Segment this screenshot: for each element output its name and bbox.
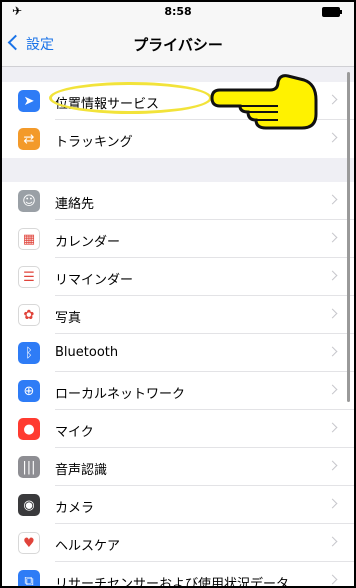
chevron-right-icon	[327, 536, 338, 547]
settings-row[interactable]: ☰ リマインダー	[2, 258, 354, 296]
chevron-right-icon	[327, 232, 338, 243]
navigation-bar: 設定 プライバシー	[2, 22, 354, 67]
location-arrow-icon: ➤	[18, 90, 40, 112]
settings-row-label: Bluetooth	[55, 345, 119, 360]
page-title: プライバシー	[133, 36, 223, 54]
settings-row-label: ヘルスケア	[55, 539, 121, 554]
settings-row-label: リマインダー	[55, 273, 134, 288]
settings-row[interactable]: ➤ 位置情報サービス	[2, 82, 354, 120]
globe-icon: ⊕	[18, 380, 40, 402]
photos-icon: ✿	[18, 304, 40, 326]
settings-row[interactable]: ᛒ Bluetooth	[2, 334, 354, 372]
settings-row-label: 連絡先	[55, 197, 95, 212]
settings-row-label: リサーチセンサーおよび使用状況データ	[55, 577, 290, 588]
reminders-icon: ☰	[18, 266, 40, 288]
chevron-right-icon	[327, 194, 338, 205]
settings-group-location: ➤ 位置情報サービス ⇄ トラッキング	[2, 82, 354, 158]
settings-row-label: 音声認識	[55, 463, 108, 478]
calendar-icon: ▦	[18, 228, 40, 250]
chevron-right-icon	[327, 460, 338, 471]
chevron-right-icon	[327, 94, 338, 105]
phone-frame: ✈ 8:58 設定 プライバシー ➤ 位置情報サービス ⇄ トラッキング ☺ 連絡先 ▦ カ…	[0, 0, 356, 588]
settings-row-label: カレンダー	[55, 235, 121, 250]
chevron-right-icon	[327, 574, 338, 585]
settings-row[interactable]: ⇄ トラッキング	[2, 120, 354, 158]
chevron-right-icon	[327, 132, 338, 143]
chevron-right-icon	[327, 270, 338, 281]
chevron-right-icon	[327, 384, 338, 395]
settings-group-permissions: ☺ 連絡先 ▦ カレンダー ☰ リマインダー ✿ 写真 ᛒ Bluetooth ⊕ ローカルネットワー…	[2, 182, 354, 588]
heart-icon: ♥	[18, 532, 40, 554]
microphone-icon: ●	[18, 418, 40, 440]
settings-row-label: カメラ	[55, 501, 95, 516]
camera-icon: ◉	[18, 494, 40, 516]
status-bar: ✈ 8:58	[2, 2, 354, 22]
bluetooth-icon: ᛒ	[18, 342, 40, 364]
chevron-right-icon	[327, 308, 338, 319]
settings-row[interactable]: ✿ 写真	[2, 296, 354, 334]
settings-row-label: マイク	[55, 425, 94, 440]
tracking-icon: ⇄	[18, 128, 40, 150]
settings-row[interactable]: ⊕ ローカルネットワーク	[2, 372, 354, 410]
research-icon: ⧉	[18, 570, 40, 586]
battery-icon	[322, 7, 342, 17]
chevron-right-icon	[327, 422, 338, 433]
settings-row-label: 位置情報サービス	[55, 97, 160, 112]
settings-row[interactable]: ||| 音声認識	[2, 448, 354, 486]
chevron-right-icon	[327, 346, 338, 357]
waveform-icon: |||	[18, 456, 40, 478]
settings-row[interactable]: ▦ カレンダー	[2, 220, 354, 258]
settings-row[interactable]: ● マイク	[2, 410, 354, 448]
contacts-icon: ☺	[18, 190, 40, 212]
settings-row[interactable]: ⧉ リサーチセンサーおよび使用状況データ	[2, 562, 354, 588]
settings-row[interactable]: ◉ カメラ	[2, 486, 354, 524]
status-time: 8:58	[164, 5, 192, 18]
settings-row-label: ローカルネットワーク	[55, 387, 186, 402]
settings-row[interactable]: ☺ 連絡先	[2, 182, 354, 220]
settings-row[interactable]: ♥ ヘルスケア	[2, 524, 354, 562]
settings-row-label: トラッキング	[55, 135, 133, 150]
chevron-right-icon	[327, 498, 338, 509]
settings-row-label: 写真	[55, 311, 82, 326]
scrollbar[interactable]	[347, 72, 350, 402]
